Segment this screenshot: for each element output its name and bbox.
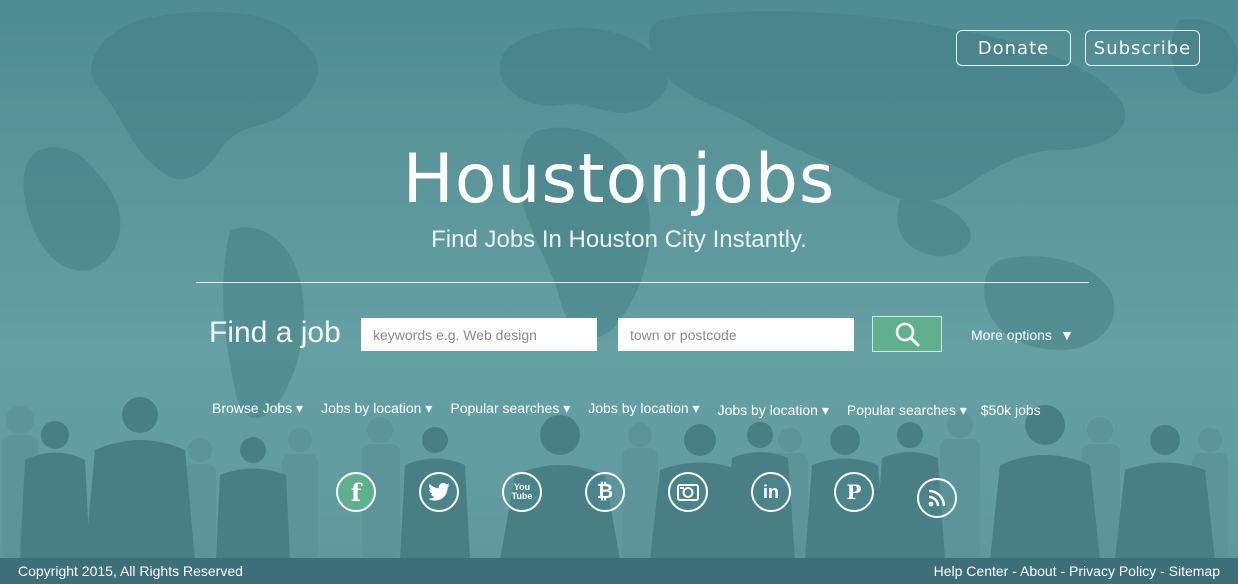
pinterest-icon[interactable]: P [834, 472, 874, 512]
bitcoin-icon[interactable]: ₿ [585, 472, 625, 512]
facebook-icon[interactable]: f [336, 472, 376, 512]
site-logo[interactable]: Houstonjobs [0, 140, 1238, 219]
more-options-label: More options [971, 327, 1052, 343]
footer-links: Help Center - About - Privacy Policy - S… [933, 563, 1220, 579]
nav-browse-jobs[interactable]: Browse Jobs ▾ [212, 400, 303, 419]
social-links: f You Tube ₿ in P [336, 470, 976, 520]
footer-link-help-center[interactable]: Help Center [934, 563, 1009, 579]
header-actions: Donate Subscribe [956, 30, 1200, 66]
nav-popular-searches[interactable]: Popular searches ▾ [847, 402, 967, 419]
keywords-input[interactable] [361, 318, 597, 351]
subscribe-button[interactable]: Subscribe [1085, 30, 1200, 66]
divider [196, 282, 1089, 283]
donate-button[interactable]: Donate [956, 30, 1071, 66]
footer-link-about[interactable]: About [1020, 563, 1057, 579]
nav-jobs-by-location[interactable]: Jobs by location ▾ [718, 402, 829, 419]
footer: Copyright 2015, All Rights Reserved Help… [0, 558, 1238, 584]
twitter-icon[interactable] [419, 472, 459, 512]
search-icon [895, 322, 920, 347]
nav-popular-searches[interactable]: Popular searches ▾ [450, 400, 570, 419]
hero-section: Donate Subscribe Houstonjobs Find Jobs I… [0, 0, 1238, 584]
search-heading: Find a job [209, 316, 341, 349]
footer-link-sitemap[interactable]: Sitemap [1169, 563, 1220, 579]
quick-links-nav: Browse Jobs ▾ Jobs by location ▾ Popular… [212, 400, 1041, 419]
instagram-icon[interactable] [668, 472, 708, 512]
footer-link-privacy-policy[interactable]: Privacy Policy [1069, 563, 1156, 579]
nav-jobs-by-location[interactable]: Jobs by location ▾ [588, 400, 699, 419]
nav-jobs-by-location[interactable]: Jobs by location ▾ [321, 400, 432, 419]
chevron-down-icon: ▼ [1059, 327, 1074, 343]
search-button[interactable] [872, 316, 942, 352]
location-input[interactable] [618, 318, 854, 351]
more-options-toggle[interactable]: More options ▼ [971, 327, 1074, 343]
copyright-text: Copyright 2015, All Rights Reserved [18, 563, 243, 579]
tagline: Find Jobs In Houston City Instantly. [431, 226, 807, 253]
rss-icon[interactable] [917, 478, 957, 518]
youtube-icon[interactable]: You Tube [502, 472, 542, 512]
nav-50k-jobs[interactable]: $50k jobs [981, 402, 1041, 419]
linkedin-icon[interactable]: in [751, 472, 791, 512]
